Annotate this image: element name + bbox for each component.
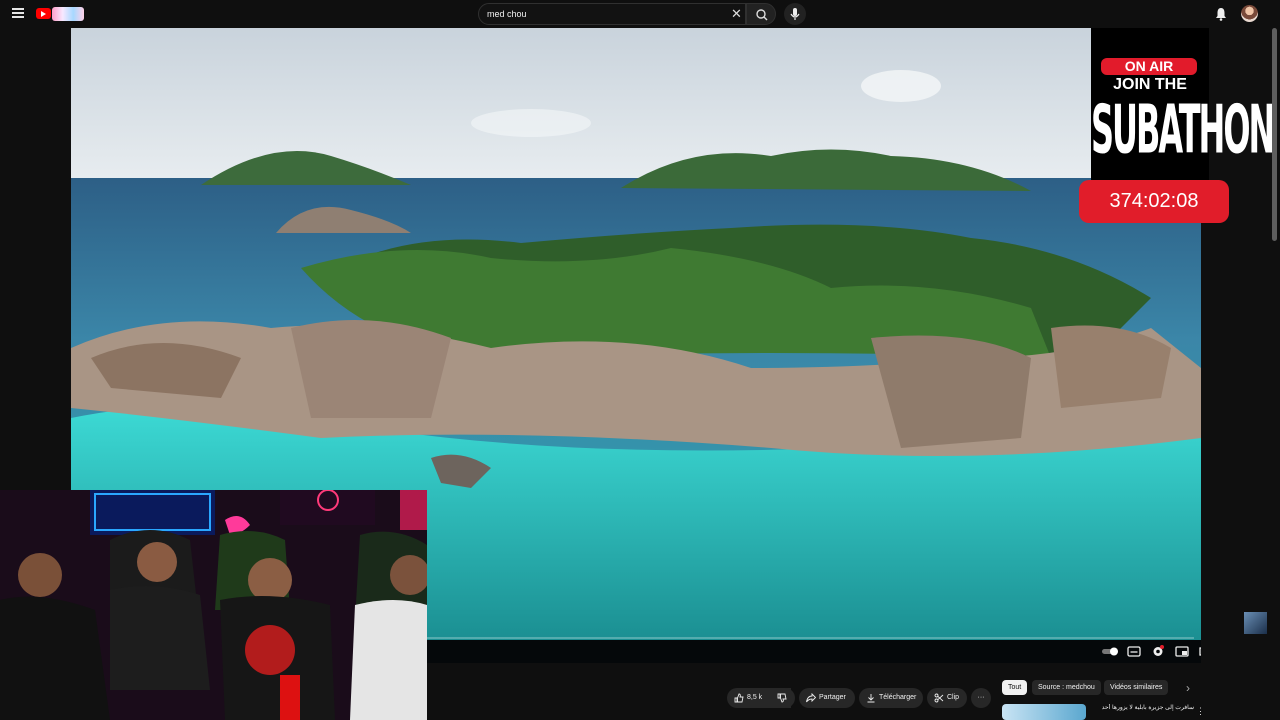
download-label: Télécharger bbox=[879, 694, 917, 701]
download-button[interactable]: Télécharger bbox=[859, 688, 923, 708]
subathon-text: SUBATHON bbox=[1091, 89, 1275, 170]
recommended-video[interactable]: سافرت إلى جزيرة بابلية لا يزورها أحد bbox=[1002, 704, 1202, 720]
chip-similar[interactable]: Vidéos similaires bbox=[1104, 680, 1169, 695]
mic-button[interactable] bbox=[784, 3, 806, 25]
on-air-badge: ON AIR bbox=[1101, 58, 1197, 75]
youtube-logo[interactable] bbox=[36, 7, 84, 21]
search-icon bbox=[756, 9, 768, 21]
bell-icon[interactable] bbox=[1213, 6, 1229, 22]
download-icon bbox=[867, 694, 875, 703]
avatar[interactable] bbox=[1241, 5, 1258, 22]
thumbs-down-icon bbox=[777, 693, 787, 703]
webcam-overlay bbox=[0, 490, 427, 720]
video-progress-bar[interactable] bbox=[426, 637, 1194, 639]
miniplayer-icon[interactable] bbox=[1175, 645, 1189, 658]
close-icon[interactable]: ✕ bbox=[731, 7, 743, 20]
scrollbar[interactable] bbox=[1272, 28, 1277, 241]
chevron-right-icon[interactable]: › bbox=[1186, 681, 1190, 695]
autoplay-toggle-icon[interactable] bbox=[1101, 645, 1119, 658]
share-button[interactable]: Partager bbox=[799, 688, 855, 708]
subtitles-icon[interactable] bbox=[1127, 645, 1141, 658]
theater-mode-icon[interactable] bbox=[1199, 645, 1201, 658]
recommended-thumbnail[interactable] bbox=[1002, 704, 1086, 720]
chip-all[interactable]: Tout bbox=[1002, 680, 1028, 695]
share-icon bbox=[806, 693, 816, 703]
top-bar: med chou ✕ bbox=[0, 0, 1280, 28]
menu-icon[interactable] bbox=[10, 6, 26, 22]
more-actions-icon: ··· bbox=[977, 694, 985, 701]
webcam-scene bbox=[0, 490, 427, 720]
search-box[interactable]: med chou ✕ bbox=[478, 3, 746, 25]
clip-button[interactable]: Clip bbox=[927, 688, 967, 708]
scissors-icon bbox=[934, 693, 944, 703]
search-input[interactable]: med chou bbox=[487, 9, 527, 19]
recommended-title[interactable]: سافرت إلى جزيرة بابلية لا يزورها أحد bbox=[1090, 704, 1194, 720]
kebab-menu-icon[interactable]: ⋮ bbox=[1196, 706, 1205, 717]
like-count: 8,5 k bbox=[747, 694, 763, 701]
subathon-banner: ON AIR JOIN THE SUBATHON bbox=[1091, 28, 1275, 180]
channel-thumbnail[interactable] bbox=[1244, 612, 1267, 634]
dislike-button[interactable] bbox=[771, 688, 795, 708]
subathon-timer: 374:02:08 bbox=[1079, 180, 1229, 223]
settings-gear-icon[interactable] bbox=[1151, 645, 1165, 658]
share-label: Partager bbox=[819, 694, 846, 701]
chip-source[interactable]: Source : medchou bbox=[1032, 680, 1101, 695]
thumbs-up-icon bbox=[734, 693, 744, 703]
more-actions-button[interactable]: ··· bbox=[971, 688, 991, 708]
search-button[interactable] bbox=[746, 3, 776, 25]
mic-icon bbox=[790, 8, 800, 20]
clip-label: Clip bbox=[947, 694, 960, 701]
